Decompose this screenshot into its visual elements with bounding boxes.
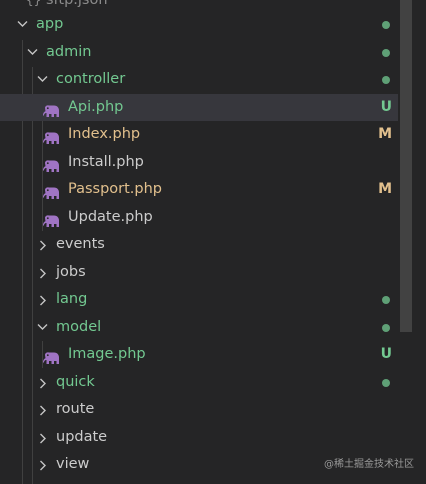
- php-elephant-icon: [43, 348, 60, 364]
- tree-folder[interactable]: route: [0, 396, 398, 423]
- folder-label: admin: [46, 43, 92, 60]
- git-status-dot: [382, 48, 390, 57]
- chevron-right-icon[interactable]: [36, 424, 50, 451]
- git-status-badge: M: [378, 126, 392, 142]
- file-label: Api.php: [68, 98, 124, 115]
- folder-label: lang: [56, 291, 88, 307]
- folder-label: app: [36, 16, 64, 32]
- folder-label: update: [56, 428, 108, 445]
- php-elephant-icon: [43, 183, 60, 199]
- chevron-right-icon[interactable]: [36, 286, 50, 313]
- chevron-right-icon[interactable]: [36, 369, 50, 396]
- git-status-dot: [382, 323, 390, 332]
- tree-folder[interactable]: lang: [0, 286, 398, 313]
- tree-folder[interactable]: model: [0, 314, 398, 341]
- tree-file[interactable]: Passport.php M: [0, 176, 398, 203]
- tree-folder[interactable]: events: [0, 231, 398, 258]
- git-status-badge: U: [380, 346, 392, 362]
- tree-folder[interactable]: controller: [0, 66, 398, 93]
- file-label: Update.php: [68, 208, 153, 225]
- chevron-down-icon[interactable]: [16, 11, 30, 38]
- chevron-right-icon[interactable]: [36, 231, 50, 258]
- tree-folder[interactable]: update: [0, 424, 398, 451]
- git-status-dot: [382, 296, 390, 304]
- tree-file[interactable]: Update.php: [0, 204, 398, 231]
- tree-file[interactable]: Image.php U: [0, 341, 398, 368]
- tree-file[interactable]: Api.php U: [0, 93, 398, 121]
- chevron-right-icon[interactable]: [36, 396, 50, 423]
- tree-folder[interactable]: quick: [0, 369, 398, 396]
- folder-label: model: [56, 318, 102, 335]
- php-elephant-icon: [43, 156, 60, 172]
- chevron-down-icon[interactable]: [36, 66, 50, 93]
- tree-folder[interactable]: admin: [0, 39, 398, 66]
- php-elephant-icon: [43, 101, 60, 117]
- folder-label: controller: [56, 71, 126, 87]
- folder-label: events: [56, 236, 105, 252]
- file-label: Install.php: [68, 153, 144, 170]
- chevron-down-icon[interactable]: [36, 314, 50, 341]
- file-label: Index.php: [68, 126, 141, 142]
- file-label: Image.php: [68, 346, 146, 362]
- tree-folder[interactable]: jobs: [0, 259, 398, 286]
- git-status-dot: [382, 21, 390, 29]
- file-explorer: {} sftp.json app admin controller Api.php U I…: [0, 0, 426, 484]
- explorer-scrollbar[interactable]: [400, 0, 412, 332]
- folder-label: route: [56, 401, 95, 417]
- file-label: Passport.php: [68, 181, 163, 197]
- tree-folder[interactable]: app: [0, 11, 398, 38]
- watermark-text: @稀土掘金技术社区: [324, 459, 414, 470]
- php-elephant-icon: [43, 128, 60, 144]
- git-status-dot: [382, 76, 390, 84]
- git-status-badge: M: [378, 181, 392, 197]
- chevron-right-icon[interactable]: [36, 259, 50, 286]
- folder-label: quick: [56, 373, 95, 390]
- folder-label: jobs: [56, 263, 86, 280]
- tree-file[interactable]: Install.php: [0, 149, 398, 176]
- chevron-right-icon[interactable]: [36, 451, 50, 478]
- chevron-down-icon[interactable]: [26, 39, 40, 66]
- git-status-dot: [382, 378, 390, 387]
- tree-file[interactable]: Index.php M: [0, 121, 398, 148]
- folder-label: view: [56, 456, 90, 472]
- git-status-badge: U: [380, 98, 392, 115]
- php-elephant-icon: [43, 211, 60, 227]
